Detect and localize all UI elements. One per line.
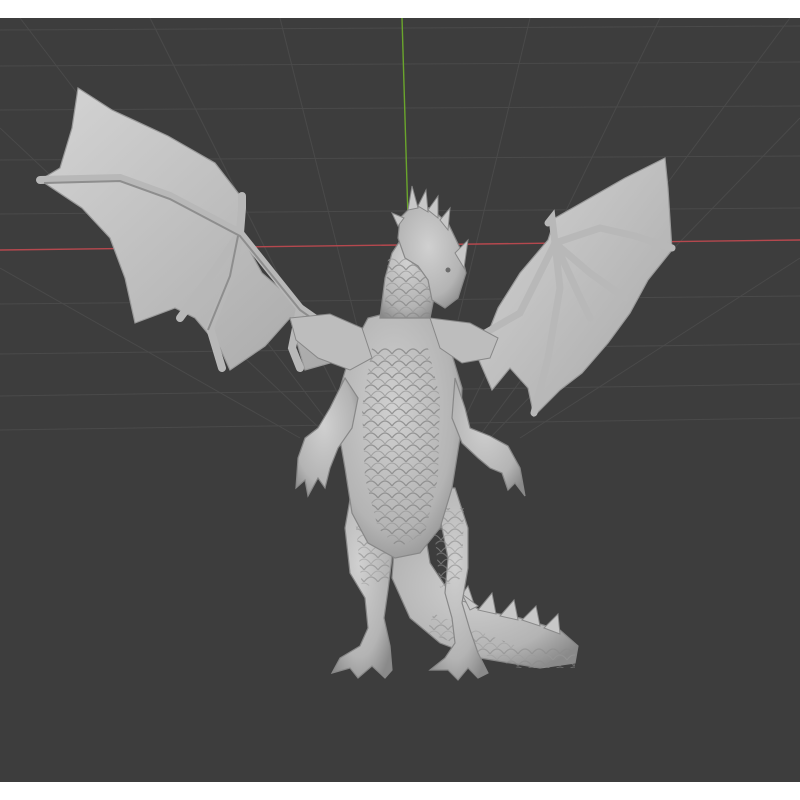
3d-viewport[interactable] — [0, 18, 800, 782]
right-arm[interactable] — [451, 377, 526, 497]
viewport-scene[interactable] — [0, 18, 800, 782]
dragon-eye — [445, 267, 451, 273]
top-margin — [0, 0, 800, 18]
dragon-mesh[interactable] — [36, 86, 676, 681]
bottom-margin — [0, 782, 800, 800]
y-axis-line — [401, 18, 409, 219]
